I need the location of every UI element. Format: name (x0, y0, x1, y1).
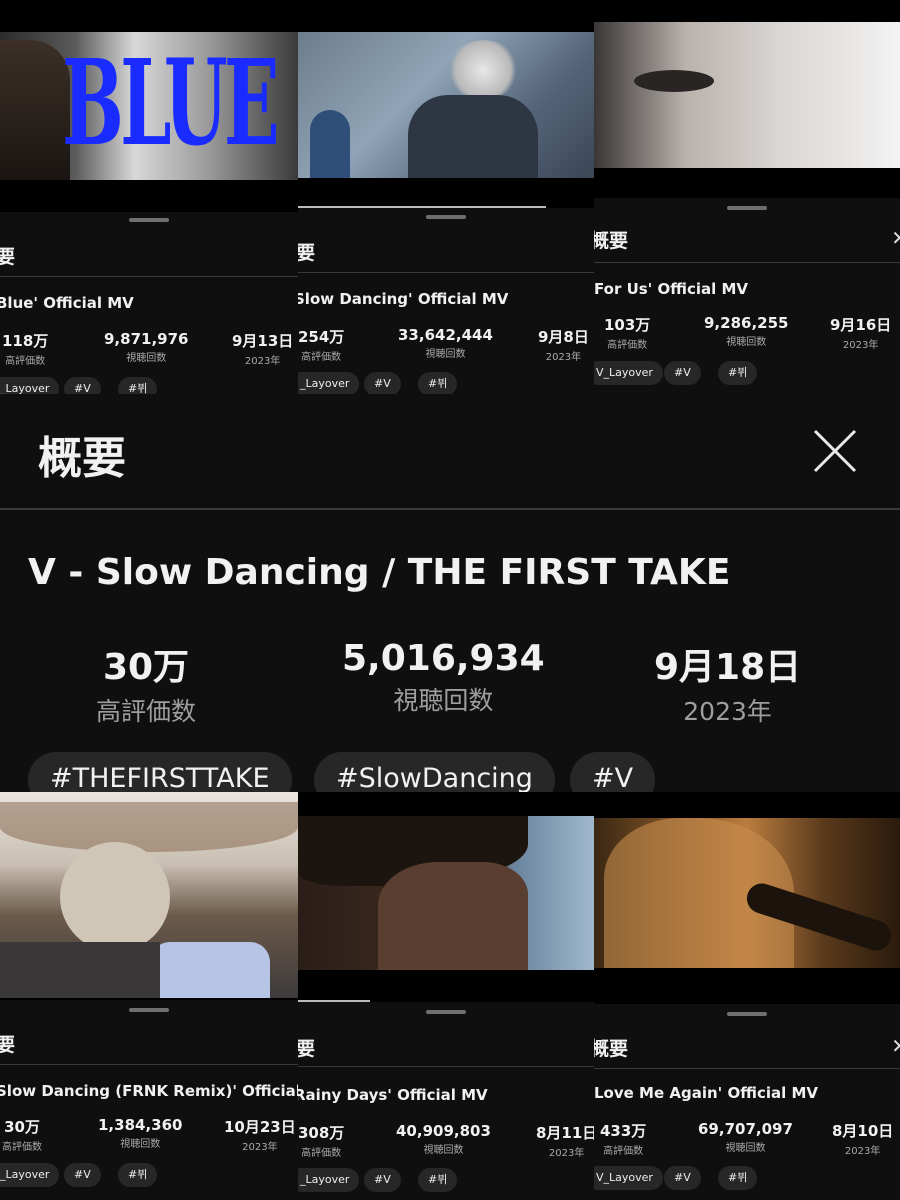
description-sheet: 要 Rainy Days' Official MV 308万 高評価数 40,90… (298, 1002, 594, 1200)
sheet-title: 概要 (594, 1038, 629, 1060)
video-title: Blue' Official MV (0, 294, 134, 312)
tag-chip-v[interactable]: #V (570, 752, 656, 792)
likes-stat: 308万 高評価数 (298, 1124, 345, 1159)
likes-stat: 118万 高評価数 (2, 332, 49, 367)
close-icon[interactable] (812, 428, 858, 474)
video-title: V - Slow Dancing / THE FIRST TAKE (28, 552, 731, 593)
description-sheet: 要 Slow Dancing (FRNK Remix)' Official MV… (0, 1000, 298, 1200)
tag-chip[interactable]: #뷔 (718, 1166, 758, 1190)
video-thumbnail[interactable] (594, 792, 900, 1004)
tag-chip[interactable]: #뷔 (418, 372, 458, 394)
tag-chip-thefirsttake[interactable]: #THEFIRSTTAKE (28, 752, 292, 792)
close-icon[interactable]: ✕ (891, 226, 900, 250)
views-stat: 5,016,934 視聴回数 (342, 638, 545, 715)
tag-chip[interactable]: #V (364, 1168, 401, 1192)
likes-stat: 254万 高評価数 (298, 328, 345, 363)
views-stat: 40,909,803 視聴回数 (396, 1122, 491, 1156)
video-thumbnail[interactable]: BLUE (0, 0, 298, 212)
sheet-title: 要 (298, 242, 316, 264)
tag-chip[interactable]: #V (664, 361, 701, 385)
video-title: Rainy Days' Official MV (298, 1086, 488, 1104)
tag-chip[interactable]: _Layover (0, 1163, 60, 1187)
video-thumbnail[interactable] (0, 792, 298, 1000)
tag-chip[interactable]: #뷔 (718, 361, 758, 385)
description-sheet: 要 Blue' Official MV 118万 高評価数 9,871,976 視聴… (0, 212, 298, 394)
tag-chip[interactable]: #V (664, 1166, 701, 1190)
tag-chip[interactable]: _Layover (298, 1168, 360, 1192)
divider (594, 1068, 900, 1069)
date-stat: 9月13日 2023年 (232, 332, 294, 367)
likes-stat: 30万 高評価数 (2, 1118, 42, 1153)
likes-stat: 30万 高評価数 (96, 647, 197, 726)
top-video-tile-2: 要 Slow Dancing' Official MV 254万 高評価数 33,… (298, 0, 594, 394)
divider (298, 272, 594, 273)
blue-logo: BLUE (62, 33, 280, 172)
divider (298, 1066, 594, 1067)
date-stat: 9月8日 2023年 (538, 328, 589, 363)
date-stat: 9月16日 2023年 (830, 316, 892, 351)
video-title: Slow Dancing' Official MV (298, 290, 509, 308)
tag-chip[interactable]: #V (64, 377, 101, 394)
description-sheet: 要 Slow Dancing' Official MV 254万 高評価数 33,… (298, 208, 594, 394)
drag-handle[interactable] (727, 206, 767, 210)
divider (0, 1064, 298, 1065)
views-stat: 33,642,444 視聴回数 (398, 326, 493, 360)
drag-handle[interactable] (426, 215, 466, 219)
date-stat: 9月18日 2023年 (654, 647, 802, 726)
divider (0, 276, 298, 277)
video-title: Slow Dancing (FRNK Remix)' Official MV (0, 1082, 298, 1100)
sheet-title: 要 (0, 246, 16, 268)
drag-handle[interactable] (129, 218, 169, 222)
date-stat: 8月11日 2023年 (536, 1124, 594, 1159)
main-description-panel: 概要 V - Slow Dancing / THE FIRST TAKE 30万… (0, 394, 900, 792)
description-sheet: 概要 ✕ Love Me Again' Official MV 433万 高評価数… (594, 1004, 900, 1200)
top-video-tile-3: 概要 ✕ For Us' Official MV 103万 高評価数 9,286,… (594, 0, 900, 394)
tag-chip-slowdancing[interactable]: #SlowDancing (314, 752, 555, 792)
bottom-video-tile-2: 要 Rainy Days' Official MV 308万 高評価数 40,90… (298, 792, 594, 1200)
sheet-title: 要 (0, 1034, 16, 1056)
video-title: Love Me Again' Official MV (594, 1084, 818, 1102)
tag-chip[interactable]: #V (64, 1163, 101, 1187)
drag-handle[interactable] (426, 1010, 466, 1014)
views-stat: 9,286,255 視聴回数 (704, 314, 789, 348)
close-icon[interactable]: ✕ (891, 1034, 900, 1058)
panel-title: 概要 (38, 433, 126, 484)
views-stat: 69,707,097 視聴回数 (698, 1120, 793, 1154)
bottom-video-tile-1: 要 Slow Dancing (FRNK Remix)' Official MV… (0, 792, 298, 1200)
video-thumbnail[interactable] (594, 0, 900, 198)
divider (0, 508, 900, 510)
tag-chip[interactable]: #뷔 (118, 377, 158, 394)
tag-chip[interactable]: #뷔 (118, 1163, 158, 1187)
likes-stat: 433万 高評価数 (600, 1122, 647, 1157)
date-stat: 8月10日 2023年 (832, 1122, 894, 1157)
sheet-title: 要 (298, 1038, 316, 1060)
tag-chip[interactable]: V_Layover (594, 1166, 663, 1190)
divider (594, 262, 900, 263)
description-sheet: 概要 ✕ For Us' Official MV 103万 高評価数 9,286,… (594, 198, 900, 394)
likes-stat: 103万 高評価数 (604, 316, 651, 351)
tag-chip[interactable]: #V (364, 372, 401, 394)
drag-handle[interactable] (129, 1008, 169, 1012)
drag-handle[interactable] (727, 1012, 767, 1016)
date-stat: 10月23日 2023年 (224, 1118, 296, 1153)
tag-chip[interactable]: #뷔 (418, 1168, 458, 1192)
tag-chip[interactable]: _Layover (0, 377, 60, 394)
views-stat: 9,871,976 視聴回数 (104, 330, 189, 364)
views-stat: 1,384,360 視聴回数 (98, 1116, 183, 1150)
video-title: For Us' Official MV (594, 280, 749, 298)
tag-chip[interactable]: V_Layover (594, 361, 663, 385)
video-thumbnail[interactable] (298, 792, 594, 1004)
tag-chip[interactable]: _Layover (298, 372, 360, 394)
top-video-tile-1: BLUE 要 Blue' Official MV 118万 高評価数 9,871,… (0, 0, 298, 394)
video-thumbnail[interactable] (298, 0, 594, 212)
sheet-title: 概要 (594, 230, 629, 252)
bottom-video-tile-3: 概要 ✕ Love Me Again' Official MV 433万 高評価数… (594, 792, 900, 1200)
